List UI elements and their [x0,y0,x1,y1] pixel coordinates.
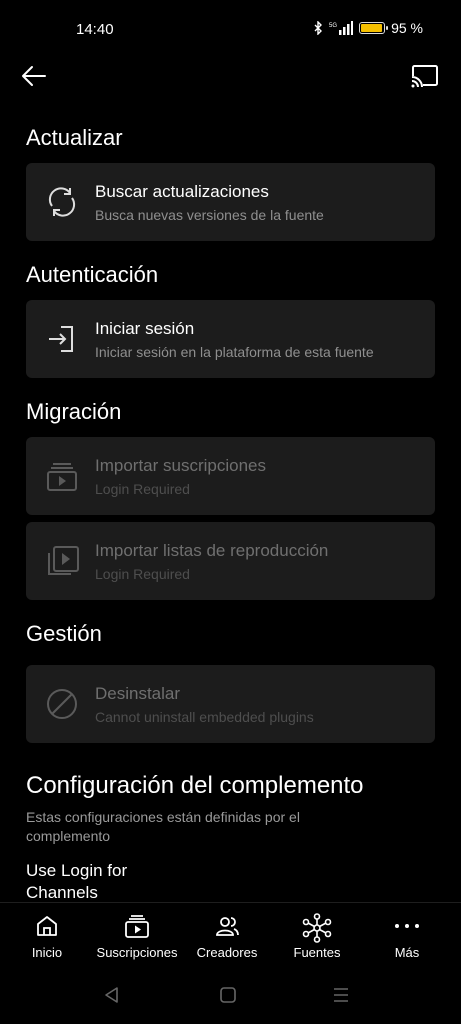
subscriptions-icon [125,915,149,938]
nav-home-label: Inicio [31,945,63,960]
subscriptions-icon [47,463,77,491]
top-bar [0,58,461,98]
battery-icon [359,22,389,34]
uninstall-subtitle: Cannot uninstall embedded plugins [95,709,314,725]
refresh-icon [48,187,76,217]
plugin-settings-title: Configuración del complemento [26,772,364,799]
nav-subscriptions-label: Suscripciones [96,945,178,960]
svg-text:5G: 5G [329,23,337,29]
login-title: Iniciar sesión [95,319,195,338]
nav-more[interactable]: Más [361,913,453,965]
check-updates-card[interactable]: Buscar actualizaciones Busca nuevas vers… [26,163,435,241]
creators-icon [216,917,239,936]
arrow-left-icon[interactable] [18,62,50,90]
nav-sources[interactable]: Fuentes [271,913,363,965]
nav-creators[interactable]: Creadores [181,913,273,965]
back-triangle-icon[interactable] [103,986,121,1004]
check-updates-subtitle: Busca nuevas versiones de la fuente [95,207,324,223]
system-navigation [0,966,461,1024]
nav-more-label: Más [394,945,420,960]
import-subscriptions-subtitle: Login Required [95,481,190,497]
section-title-update: Actualizar [26,125,123,150]
status-icons: 5G 95 % [313,20,423,36]
status-time: 14:40 [76,21,114,38]
battery-percentage: 95 % [391,20,423,36]
login-subtitle: Iniciar sesión en la plataforma de esta … [95,344,374,360]
nav-subscriptions[interactable]: Suscripciones [91,913,183,965]
sources-icon [302,913,332,943]
recents-menu-icon[interactable] [332,986,350,1004]
use-login-channels-setting[interactable]: Use Login for Channels [26,860,166,904]
status-bar: 14:40 5G 95 % [0,0,461,58]
import-subscriptions-title: Importar suscripciones [95,456,267,475]
nav-home[interactable]: Inicio [1,913,93,965]
import-playlists-title: Importar listas de reproducción [95,541,329,560]
playlist-icon [48,546,79,575]
import-playlists-subtitle: Login Required [95,566,190,582]
home-square-icon[interactable] [219,986,237,1004]
home-icon [37,916,57,936]
bottom-navigation: Inicio Suscripciones Creadores Fuentes M… [0,902,461,967]
check-updates-title: Buscar actualizaciones [95,182,269,201]
login-card[interactable]: Iniciar sesión Iniciar sesión en la plat… [26,300,435,378]
login-icon [49,326,73,352]
section-title-manage: Gestión [26,621,102,646]
cast-icon[interactable] [409,62,441,90]
import-subscriptions-card: Importar suscripciones Login Required [26,437,435,515]
plugin-settings-description: Estas configuraciones están definidas po… [26,809,300,844]
section-title-auth: Autenticación [26,262,159,287]
section-title-migration: Migración [26,399,122,424]
nav-creators-label: Creadores [196,945,258,960]
uninstall-card: Desinstalar Cannot uninstall embedded pl… [26,665,435,743]
nav-sources-label: Fuentes [293,945,341,960]
more-icon [395,924,419,928]
import-playlists-card: Importar listas de reproducción Login Re… [26,522,435,600]
block-icon [47,689,77,719]
signal-icon: 5G [329,21,354,35]
bluetooth-icon [314,21,323,35]
uninstall-title: Desinstalar [95,684,181,703]
